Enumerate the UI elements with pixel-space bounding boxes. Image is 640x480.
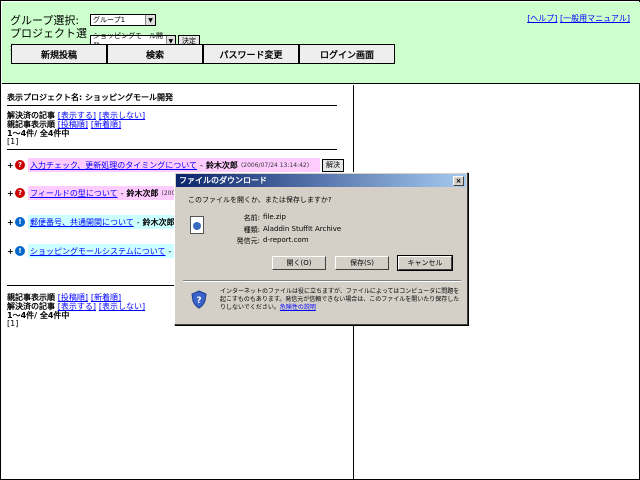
- list-item: + ! ショッピングモールシステムについて - 山: [7, 244, 186, 258]
- dialog-titlebar[interactable]: ファイルのダウンロード ×: [176, 174, 466, 187]
- file-source-row: 発信元: d-report.com: [225, 236, 309, 246]
- browser-frame: グループ選択: グループ1 ▼ プロジェクト選択: ショッピングモール開発 ▼ …: [0, 0, 640, 480]
- item-author: 鈴木次郎: [126, 188, 159, 198]
- expand-icon[interactable]: +: [7, 189, 15, 198]
- info-icon: !: [15, 217, 25, 227]
- separator: -: [200, 160, 203, 170]
- file-name-row: 名前: file.zip: [225, 213, 286, 223]
- file-icon: [190, 216, 204, 234]
- info-icon: !: [15, 246, 25, 256]
- separator: -: [136, 217, 140, 227]
- item-title-link[interactable]: 郵便番号、共通開関について: [30, 217, 134, 228]
- question-icon: ?: [15, 160, 25, 170]
- hide-link[interactable]: [表示しない]: [99, 302, 145, 311]
- expand-icon[interactable]: +: [7, 218, 15, 227]
- main-nav: 新規投稿 検索 パスワード変更 ログイン画面: [11, 44, 395, 64]
- download-dialog: ファイルのダウンロード × このファイルを開くか、または保存しますか? 名前: …: [174, 172, 468, 325]
- chevron-down-icon: ▼: [145, 15, 155, 25]
- question-icon: ?: [15, 188, 25, 198]
- list-item: + ? フィールドの型について - 鈴木次郎 (2006: [7, 186, 186, 200]
- warning-body: インターネットのファイルは役に立ちますが、ファイルによってはコンピュータに問題を…: [220, 288, 460, 311]
- item-author: 鈴木次郎: [142, 217, 175, 227]
- svg-text:?: ?: [196, 296, 201, 306]
- dialog-divider: [183, 280, 461, 282]
- item-bar: 入力チェック、更新処理のタイミングについて - 鈴木次郎 (2006/07/24…: [28, 158, 320, 172]
- item-title-link[interactable]: フィールドの型について: [30, 188, 118, 199]
- item-bar: 郵便番号、共通開関について - 鈴木次郎: [28, 215, 186, 229]
- expand-icon[interactable]: +: [7, 247, 15, 256]
- type-label: 種類:: [243, 226, 260, 234]
- item-bar: ショッピングモールシステムについて - 山: [28, 244, 186, 258]
- page-link-bottom[interactable]: [1]: [7, 319, 18, 328]
- separator: -: [168, 246, 172, 256]
- search-button[interactable]: 検索: [107, 44, 203, 64]
- project-name: 表示プロジェクト名: ショッピングモール開発: [7, 93, 173, 102]
- top-links: [ヘルプ] [一般用マニュアル]: [527, 13, 630, 24]
- divider: [7, 149, 337, 150]
- order-new-link[interactable]: [新着順]: [91, 120, 121, 129]
- separator: -: [120, 188, 124, 198]
- divider: [7, 105, 337, 106]
- group-select-value: グループ1: [93, 16, 126, 24]
- manual-link[interactable]: [一般用マニュアル]: [560, 14, 630, 23]
- shield-icon: ?: [191, 290, 207, 309]
- open-button[interactable]: 開く(O): [272, 256, 326, 270]
- save-button[interactable]: 保存(S): [335, 256, 389, 270]
- dialog-question: このファイルを開くか、または保存しますか?: [188, 196, 332, 204]
- list-item: + ! 郵便番号、共通開関について - 鈴木次郎: [7, 215, 186, 229]
- risk-link[interactable]: 危険性の説明: [280, 304, 316, 311]
- name-value: file.zip: [263, 213, 286, 221]
- from-label: 発信元:: [236, 237, 260, 245]
- item-author: 鈴木次郎: [205, 160, 238, 170]
- resolve-button[interactable]: 解決: [322, 158, 344, 172]
- login-screen-button[interactable]: ログイン画面: [299, 44, 395, 64]
- list-item: + ? 入力チェック、更新処理のタイミングについて - 鈴木次郎 (2006/0…: [7, 158, 344, 172]
- file-type-row: 種類: Aladdin StuffIt Archive: [225, 225, 342, 235]
- page-link[interactable]: [1]: [7, 137, 18, 146]
- password-change-button[interactable]: パスワード変更: [203, 44, 299, 64]
- item-title-link[interactable]: ショッピングモールシステムについて: [30, 246, 166, 257]
- item-bar: フィールドの型について - 鈴木次郎 (2006: [28, 186, 186, 200]
- cancel-button[interactable]: キャンセル: [397, 255, 453, 271]
- item-date: (2006/07/24 13:14:42): [240, 161, 310, 169]
- help-link[interactable]: [ヘルプ]: [527, 14, 557, 23]
- header: グループ選択: グループ1 ▼ プロジェクト選択: ショッピングモール開発 ▼ …: [2, 2, 640, 84]
- dialog-title: ファイルのダウンロード: [179, 176, 267, 185]
- from-value: d-report.com: [263, 236, 309, 244]
- item-title-link[interactable]: 入力チェック、更新処理のタイミングについて: [30, 160, 197, 171]
- expand-icon[interactable]: +: [7, 161, 15, 170]
- new-post-button[interactable]: 新規投稿: [11, 44, 107, 64]
- warning-text: インターネットのファイルは役に立ちますが、ファイルによってはコンピュータに問題を…: [220, 288, 460, 312]
- close-icon[interactable]: ×: [453, 175, 464, 186]
- name-label: 名前:: [243, 214, 260, 222]
- type-value: Aladdin StuffIt Archive: [263, 225, 342, 233]
